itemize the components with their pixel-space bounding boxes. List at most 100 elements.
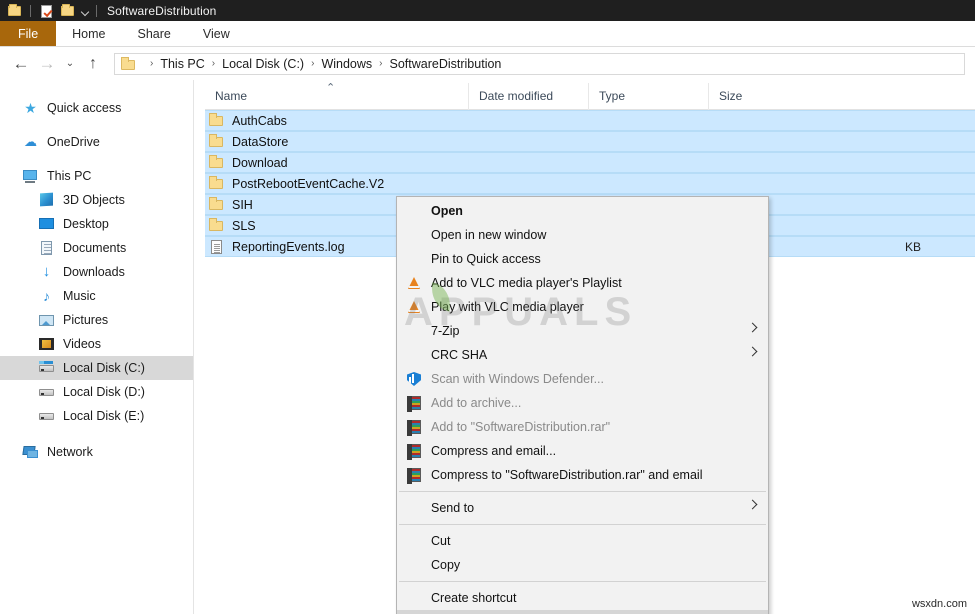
- folder-icon: [209, 176, 225, 191]
- breadcrumb-separator-2: ›: [311, 58, 315, 69]
- column-header-row: Name ⌃ Date modified Type Size: [205, 81, 975, 110]
- sidebar-item-local-disk-c[interactable]: Local Disk (C:): [0, 356, 193, 380]
- menu-item-label: Open: [431, 204, 463, 218]
- empty-icon-slot: [405, 323, 423, 339]
- tab-file[interactable]: File: [0, 21, 57, 46]
- properties-checkmark-icon[interactable]: [38, 3, 54, 19]
- sidebar-item-network[interactable]: Network: [0, 440, 193, 464]
- forward-arrow-icon[interactable]: →: [34, 51, 60, 77]
- network-icon: [22, 444, 39, 460]
- folder-icon: [209, 155, 225, 170]
- vlc-cone-icon: [405, 299, 423, 315]
- vlc-cone-icon: [405, 275, 423, 291]
- column-header-size[interactable]: Size: [708, 82, 788, 110]
- sidebar-item-documents[interactable]: Documents: [0, 236, 193, 260]
- title-bar: SoftwareDistribution: [0, 0, 975, 21]
- cube-icon: [38, 192, 55, 208]
- menu-item-label: 7-Zip: [431, 324, 460, 338]
- table-row[interactable]: AuthCabs: [205, 110, 975, 131]
- sidebar-item-label: 3D Objects: [63, 192, 125, 207]
- sidebar-item-pictures[interactable]: Pictures: [0, 308, 193, 332]
- menu-item-scan-with-windows-defender[interactable]: Scan with Windows Defender...: [397, 367, 768, 391]
- menu-item-pin-to-quick-access[interactable]: Pin to Quick access: [397, 247, 768, 271]
- navigation-pane: ★ Quick access ☁ OneDrive This PC 3D Obj…: [0, 80, 194, 614]
- table-row[interactable]: DataStore: [205, 131, 975, 152]
- menu-item-compress-to-rar-and-email[interactable]: Compress to "SoftwareDistribution.rar" a…: [397, 463, 768, 487]
- menu-item-label: Create shortcut: [431, 591, 517, 605]
- menu-item-label: Add to "SoftwareDistribution.rar": [431, 420, 611, 434]
- toolbar-divider: [30, 4, 31, 17]
- column-header-name[interactable]: Name ⌃: [205, 81, 468, 110]
- sidebar-item-desktop[interactable]: Desktop: [0, 212, 193, 236]
- tab-share[interactable]: Share: [122, 21, 187, 46]
- recent-locations-chevron-icon[interactable]: ⌄: [60, 51, 80, 77]
- new-folder-icon[interactable]: [60, 3, 76, 19]
- menu-item-send-to[interactable]: Send to: [397, 496, 768, 520]
- breadcrumb-this-pc[interactable]: This PC: [160, 57, 204, 71]
- menu-item-copy[interactable]: Copy: [397, 553, 768, 577]
- menu-item-open-in-new-window[interactable]: Open in new window: [397, 223, 768, 247]
- sidebar-item-quick-access[interactable]: ★ Quick access: [0, 96, 193, 120]
- file-name: AuthCabs: [232, 113, 287, 128]
- menu-item-label: Scan with Windows Defender...: [431, 372, 604, 386]
- sidebar-item-label: Documents: [63, 240, 127, 255]
- breadcrumb-local-disk-c[interactable]: Local Disk (C:): [222, 57, 304, 71]
- menu-item-label: Compress and email...: [431, 444, 557, 458]
- menu-item-7-zip[interactable]: 7-Zip: [397, 319, 768, 343]
- empty-icon-slot: [405, 557, 423, 573]
- star-icon: ★: [24, 100, 37, 116]
- menu-item-open[interactable]: Open: [397, 199, 768, 223]
- sidebar-item-downloads[interactable]: ↓ Downloads: [0, 260, 193, 284]
- up-arrow-icon[interactable]: ↑: [80, 51, 106, 77]
- column-header-date-modified[interactable]: Date modified: [468, 82, 588, 110]
- menu-item-cut[interactable]: Cut: [397, 529, 768, 553]
- cloud-icon: ☁: [24, 134, 37, 149]
- empty-icon-slot: [405, 533, 423, 549]
- sidebar-item-onedrive[interactable]: ☁ OneDrive: [0, 130, 193, 154]
- file-name: PostRebootEventCache.V2: [232, 176, 385, 191]
- explorer-body: ★ Quick access ☁ OneDrive This PC 3D Obj…: [0, 80, 975, 614]
- column-header-type[interactable]: Type: [588, 82, 708, 110]
- menu-item-label: CRC SHA: [431, 348, 488, 362]
- menu-item-label: Send to: [431, 501, 475, 515]
- folder-icon[interactable]: [7, 3, 23, 19]
- menu-item-delete[interactable]: Delete: [397, 610, 768, 614]
- menu-separator: [399, 524, 766, 525]
- sidebar-item-local-disk-d[interactable]: Local Disk (D:): [0, 380, 193, 404]
- menu-item-label: Play with VLC media player: [431, 300, 584, 314]
- menu-item-crc-sha[interactable]: CRC SHA: [397, 343, 768, 367]
- sidebar-item-this-pc[interactable]: This PC: [0, 164, 193, 188]
- tab-home[interactable]: Home: [56, 21, 121, 46]
- video-icon: [38, 336, 55, 352]
- address-bar[interactable]: › This PC › Local Disk (C:) › Windows › …: [114, 52, 965, 75]
- document-icon: [38, 240, 55, 256]
- sidebar-item-3d-objects[interactable]: 3D Objects: [0, 188, 193, 212]
- menu-item-add-to-rar[interactable]: Add to "SoftwareDistribution.rar": [397, 415, 768, 439]
- menu-item-add-to-archive[interactable]: Add to archive...: [397, 391, 768, 415]
- breadcrumb-windows[interactable]: Windows: [321, 57, 372, 71]
- tab-view[interactable]: View: [187, 21, 246, 46]
- drive-icon: [38, 408, 55, 424]
- table-row[interactable]: Download: [205, 152, 975, 173]
- file-explorer-window: SoftwareDistribution File Home Share Vie…: [0, 0, 975, 614]
- table-row[interactable]: PostRebootEventCache.V2: [205, 173, 975, 194]
- menu-item-play-with-vlc[interactable]: Play with VLC media player: [397, 295, 768, 319]
- empty-icon-slot: [405, 347, 423, 363]
- menu-item-compress-and-email[interactable]: Compress and email...: [397, 439, 768, 463]
- menu-item-create-shortcut[interactable]: Create shortcut: [397, 586, 768, 610]
- sidebar-item-label: Network: [47, 444, 93, 459]
- sort-ascending-icon: ⌃: [326, 81, 336, 94]
- customize-chevron-icon[interactable]: [79, 3, 92, 19]
- sidebar-item-music[interactable]: ♪ Music: [0, 284, 193, 308]
- monitor-icon: [22, 168, 39, 184]
- column-header-name-label: Name: [215, 89, 248, 103]
- log-file-icon: [209, 239, 225, 254]
- back-arrow-icon[interactable]: ←: [8, 51, 34, 77]
- menu-item-add-to-vlc-playlist[interactable]: Add to VLC media player's Playlist: [397, 271, 768, 295]
- breadcrumb-softwaredistribution[interactable]: SoftwareDistribution: [390, 57, 502, 71]
- system-drive-icon: [38, 360, 55, 376]
- sidebar-item-videos[interactable]: Videos: [0, 332, 193, 356]
- sidebar-item-local-disk-e[interactable]: Local Disk (E:): [0, 404, 193, 428]
- sidebar-item-label: Local Disk (C:): [63, 360, 145, 375]
- wsxdn-watermark: wsxdn.com: [911, 598, 967, 610]
